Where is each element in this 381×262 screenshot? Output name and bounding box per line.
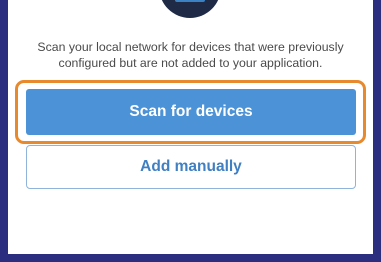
add-manually-button[interactable]: Add manually [26,145,356,189]
scan-description: Scan your local network for devices that… [37,40,344,70]
app-logo-icon [159,0,221,18]
app-frame: Scan your local network for devices that… [0,0,381,262]
content-panel: Scan your local network for devices that… [8,0,373,254]
logo-mark [175,0,205,2]
scan-for-devices-button[interactable]: Scan for devices [26,89,356,135]
